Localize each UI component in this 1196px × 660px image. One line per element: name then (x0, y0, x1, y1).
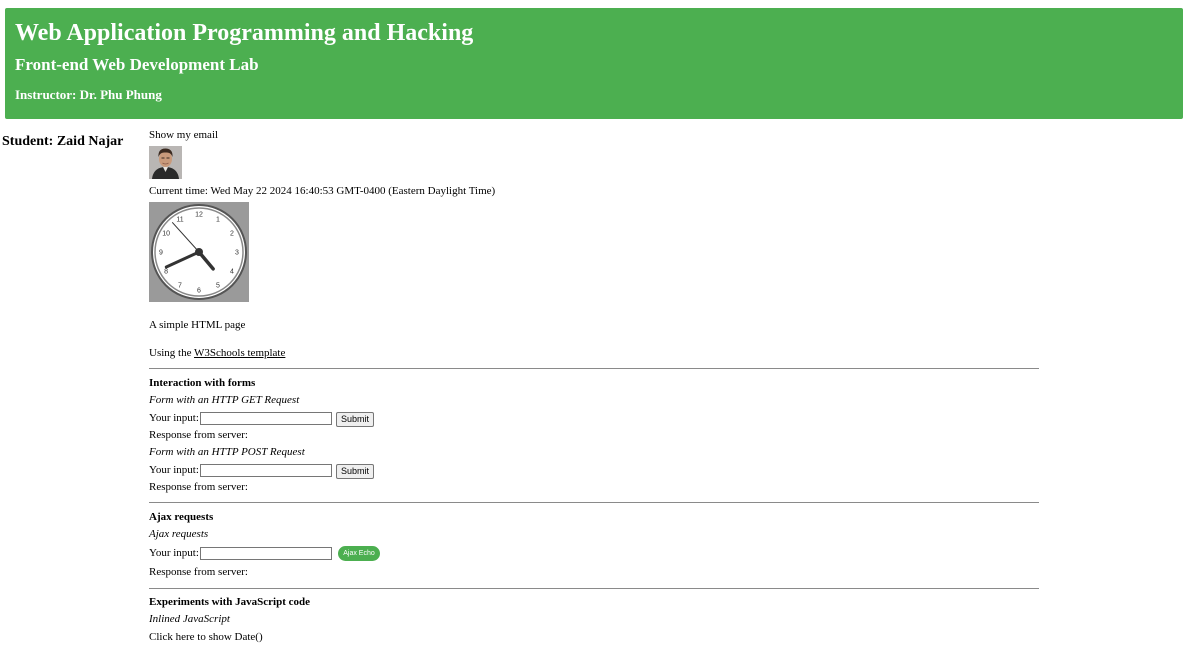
clock-number: 5 (216, 282, 220, 289)
avatar (149, 146, 182, 179)
ajax-input-label: Your input: (149, 547, 199, 559)
get-response-label: Response from server: (149, 429, 248, 441)
analog-clock: 12 1 2 3 4 5 6 7 8 9 10 11 (149, 202, 249, 302)
js-section-title: Experiments with JavaScript code (149, 596, 311, 608)
w3schools-template-link[interactable]: W3Schools template (194, 347, 285, 359)
ajax-subtitle: Ajax requests (149, 528, 209, 540)
post-submit-button[interactable]: Submit (336, 464, 375, 479)
forms-section-title: Interaction with forms (149, 377, 256, 389)
divider (149, 588, 1039, 589)
get-form-title: Form with an HTTP GET Request (149, 394, 300, 406)
get-submit-button[interactable]: Submit (336, 412, 375, 427)
get-input-label: Your input: (149, 412, 199, 424)
post-response-label: Response from server: (149, 481, 248, 493)
current-time: Current time: Wed May 22 2024 16:40:53 G… (149, 185, 496, 197)
show-date-link[interactable]: Click here to show Date() (149, 631, 263, 643)
ajax-echo-button[interactable]: Ajax Echo (338, 546, 380, 561)
js-subtitle: Inlined JavaScript (149, 613, 230, 625)
ajax-input-field[interactable] (200, 547, 332, 560)
divider (149, 502, 1039, 503)
clock-number: 3 (235, 250, 239, 257)
ajax-response-label: Response from server: (149, 566, 248, 578)
clock-number: 1 (216, 217, 220, 224)
template-credit: Using the W3Schools template (149, 347, 285, 359)
instructor-label: Instructor: Dr. Phu Phung (15, 87, 162, 102)
post-input-label: Your input: (149, 464, 199, 476)
clock-face: 121234567891011 (151, 204, 247, 300)
clock-number: 10 (162, 231, 170, 238)
page-header: Web Application Programming and Hacking … (5, 8, 1183, 119)
clock-number: 7 (178, 282, 182, 289)
clock-number: 9 (159, 250, 163, 257)
page-subtitle: Front-end Web Development Lab (15, 55, 259, 74)
clock-number: 2 (230, 231, 234, 238)
show-email-link[interactable]: Show my email (149, 129, 218, 141)
ajax-section-title: Ajax requests (149, 511, 214, 523)
post-input-field[interactable] (200, 464, 332, 477)
clock-number: 6 (197, 288, 201, 295)
using-prefix: Using the (149, 347, 195, 359)
get-input-field[interactable] (200, 412, 332, 425)
student-name: Student: Zaid Najar (2, 134, 124, 149)
clock-number: 12 (195, 212, 203, 219)
clock-number: 8 (164, 269, 168, 276)
clock-number: 4 (230, 269, 234, 276)
simple-page-text: A simple HTML page (149, 319, 246, 331)
post-form-title: Form with an HTTP POST Request (149, 446, 305, 458)
page-title: Web Application Programming and Hacking (15, 20, 474, 46)
divider (149, 368, 1039, 369)
clock-number: 11 (176, 217, 183, 224)
